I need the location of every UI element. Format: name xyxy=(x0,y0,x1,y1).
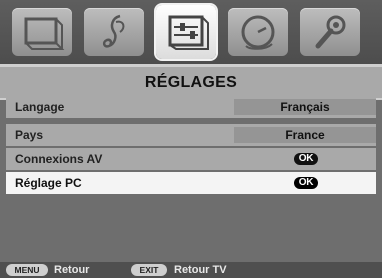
country-value[interactable]: France xyxy=(234,127,376,143)
timer-tab[interactable] xyxy=(228,8,288,56)
menu-title: RÉGLAGES xyxy=(0,67,382,98)
footer-hint-bar: MENU Retour EXIT Retour TV xyxy=(0,262,382,278)
menu-row-label: Langage xyxy=(15,100,65,114)
menu-row-reglage-pc[interactable]: Réglage PC OK xyxy=(6,172,376,194)
menu-key-badge: MENU xyxy=(6,264,48,276)
picture-tab[interactable] xyxy=(12,8,72,56)
menu-row-pays[interactable]: Pays France xyxy=(6,124,376,146)
menu-key-hint: Retour xyxy=(54,264,90,276)
sound-tab[interactable] xyxy=(84,8,144,56)
ok-button[interactable]: OK xyxy=(294,153,318,165)
exit-key-badge: EXIT xyxy=(131,264,167,276)
tools-tab[interactable] xyxy=(300,8,360,56)
menu-row-label: Connexions AV xyxy=(15,152,103,166)
menu-row-connexions-av[interactable]: Connexions AV OK xyxy=(6,148,376,170)
tv-settings-screen: RÉGLAGES Langage Français Pays France Co… xyxy=(0,0,382,278)
menu-row-label: Pays xyxy=(15,128,44,142)
exit-key-hint: Retour TV xyxy=(174,264,227,276)
menu-category-bar xyxy=(0,0,382,64)
settings-tab[interactable] xyxy=(156,5,216,59)
menu-row-langage[interactable]: Langage Français xyxy=(6,96,376,118)
ok-button[interactable]: OK xyxy=(294,177,318,189)
menu-row-label: Réglage PC xyxy=(15,176,82,190)
language-value[interactable]: Français xyxy=(234,99,376,115)
